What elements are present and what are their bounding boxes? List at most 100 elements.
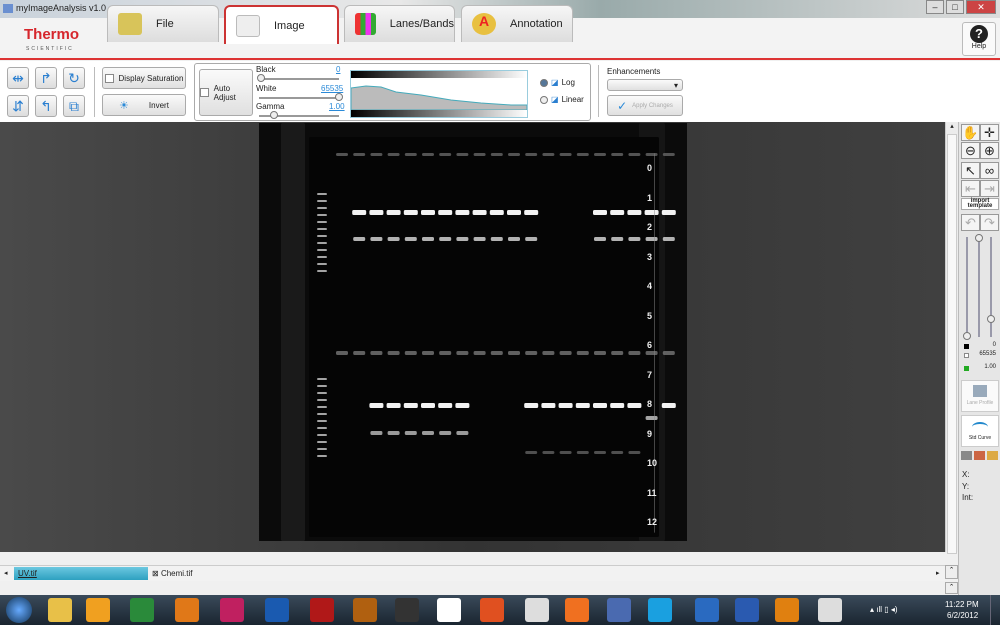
gel-image[interactable]: 0 1 2 3 4 5 6 7 8 9 10 11 12 [259, 123, 687, 541]
rotate-left-icon[interactable]: ↰ [35, 95, 57, 117]
taskbar-app-skype[interactable] [648, 598, 672, 622]
std-curve-button[interactable]: Std Curve [961, 415, 999, 447]
slider-thumb[interactable] [270, 111, 278, 119]
file-tab-uv[interactable]: UV.tif [14, 567, 148, 580]
display-saturation-button[interactable]: Display Saturation [102, 67, 186, 89]
tab-label: Lanes/Bands [389, 18, 454, 30]
taskbar-app-powerpoint[interactable] [480, 598, 504, 622]
slider-thumb[interactable] [335, 93, 343, 101]
invert-button[interactable]: ☀ Invert [102, 94, 186, 116]
file-tab-chemi[interactable]: ⊠ Chemi.tif [152, 569, 193, 578]
tab-image[interactable]: Image [224, 5, 339, 44]
maximize-button[interactable]: □ [946, 0, 964, 14]
taskbar-app-acrobat[interactable] [437, 598, 461, 622]
black-level-slider[interactable] [963, 237, 971, 340]
slider-thumb[interactable] [257, 74, 265, 82]
white-level-slider[interactable] [975, 234, 983, 337]
lane-profile-button[interactable]: Lane Profile [961, 380, 999, 412]
export-template-icon[interactable]: ⇤ [961, 180, 980, 197]
rotate-right-icon[interactable]: ↱ [35, 67, 57, 89]
gamma-value[interactable]: 1.00 [329, 102, 345, 111]
taskbar-app-word[interactable] [735, 598, 759, 622]
zoom-out-icon[interactable]: ⊖ [961, 142, 980, 159]
tab-annotation[interactable]: A Annotation [461, 5, 573, 42]
flip-horizontal-icon[interactable]: ⇹ [7, 67, 29, 89]
scroll-thumb[interactable] [947, 134, 957, 554]
well [508, 153, 520, 156]
band [594, 237, 606, 241]
zoom-in-icon[interactable]: ⊕ [980, 142, 999, 159]
import-template-button[interactable]: import template [961, 198, 999, 210]
taskbar-app-flash[interactable] [310, 598, 334, 622]
rotate-360-icon[interactable]: ↻ [63, 67, 85, 89]
slider-thumb[interactable] [987, 315, 995, 323]
view-icon-3[interactable] [987, 451, 998, 460]
slider-thumb[interactable] [963, 332, 971, 340]
crop-resize-icon[interactable]: ⧉ [63, 95, 85, 117]
taskbar-app-myimageanalysis[interactable] [818, 598, 842, 622]
pointer-icon[interactable]: ↖ [961, 162, 980, 179]
gamma-level-slider[interactable] [987, 237, 995, 337]
white-slider[interactable] [259, 93, 343, 101]
slider-thumb[interactable] [975, 234, 983, 242]
taskbar-app-internet-explorer[interactable] [695, 598, 719, 622]
band [627, 210, 642, 215]
taskbar-app-photoshop[interactable] [265, 598, 289, 622]
expand-up-icon[interactable]: ⌃ [945, 565, 958, 579]
auto-adjust-button[interactable]: Auto Adjust [199, 69, 253, 116]
black-slider[interactable] [257, 74, 339, 82]
black-value[interactable]: 0 [336, 65, 340, 74]
enhancements-dropdown[interactable]: ▾ [607, 79, 683, 91]
start-button[interactable] [6, 597, 32, 623]
band [628, 451, 641, 454]
gel-edge [281, 123, 305, 541]
taskbar-app-outlook[interactable] [86, 598, 110, 622]
close-button[interactable]: ✕ [966, 0, 996, 14]
show-desktop-button[interactable] [990, 595, 1000, 625]
taskbar-app-firefox[interactable] [565, 598, 589, 622]
vertical-scrollbar[interactable]: ▴ [945, 122, 958, 554]
scroll-left-arrow[interactable]: ◂ [4, 569, 8, 577]
white-value[interactable]: 65535 [321, 84, 343, 93]
tray-icons[interactable]: ▴ ıll ▯ ◂) [870, 605, 898, 614]
flip-vertical-icon[interactable]: ⇵ [7, 95, 29, 117]
apply-changes-button[interactable]: ✓ Apply Changes [607, 95, 683, 116]
taskbar-app-excel[interactable] [130, 598, 154, 622]
redo-icon[interactable]: ↷ [980, 214, 999, 231]
scroll-up-arrow[interactable]: ▴ [946, 122, 958, 130]
import-file-icon[interactable]: ⇥ [980, 180, 999, 197]
minimize-button[interactable]: – [926, 0, 944, 14]
checkbox[interactable] [200, 88, 209, 97]
pan-hand-icon[interactable]: ✋ [961, 124, 980, 141]
ladder-band [317, 434, 327, 436]
band [525, 237, 538, 241]
taskbar-app-inkscape[interactable] [395, 598, 419, 622]
linear-radio[interactable]: ◪ Linear [540, 95, 584, 104]
band [403, 210, 418, 215]
tab-file[interactable]: File [107, 5, 219, 42]
taskbar-app-media[interactable] [775, 598, 799, 622]
expand-up-icon[interactable]: ⌃ [945, 582, 958, 594]
taskbar-app-illustrator[interactable] [175, 598, 199, 622]
undo-icon[interactable]: ↶ [961, 214, 980, 231]
gamma-slider[interactable] [259, 111, 339, 119]
move-icon[interactable]: ✛ [980, 124, 999, 141]
taskbar-app-indesign[interactable] [220, 598, 244, 622]
taskbar-app-bridge[interactable] [353, 598, 377, 622]
taskbar-app-snipping-tool[interactable] [525, 598, 549, 622]
scroll-right-arrow[interactable]: ▸ [936, 569, 940, 577]
tab-lanes-bands[interactable]: Lanes/Bands [344, 5, 455, 42]
checkbox[interactable] [104, 73, 114, 83]
log-radio[interactable]: ◪ Log [540, 78, 575, 87]
histogram[interactable] [350, 70, 528, 118]
link-icon[interactable]: ∞ [980, 162, 999, 179]
clock-time[interactable]: 11:22 PM [945, 600, 979, 609]
view-icon-1[interactable] [961, 451, 972, 460]
clock-date[interactable]: 6/2/2012 [947, 611, 978, 620]
well [456, 153, 469, 156]
help-button[interactable]: ? Help [962, 22, 996, 56]
taskbar-app-explorer[interactable] [48, 598, 72, 622]
levels-panel: Auto Adjust Black 0 White 65535 Gamma 1.… [194, 63, 591, 121]
taskbar-app-remote-desktop[interactable] [607, 598, 631, 622]
view-icon-2[interactable] [974, 451, 985, 460]
